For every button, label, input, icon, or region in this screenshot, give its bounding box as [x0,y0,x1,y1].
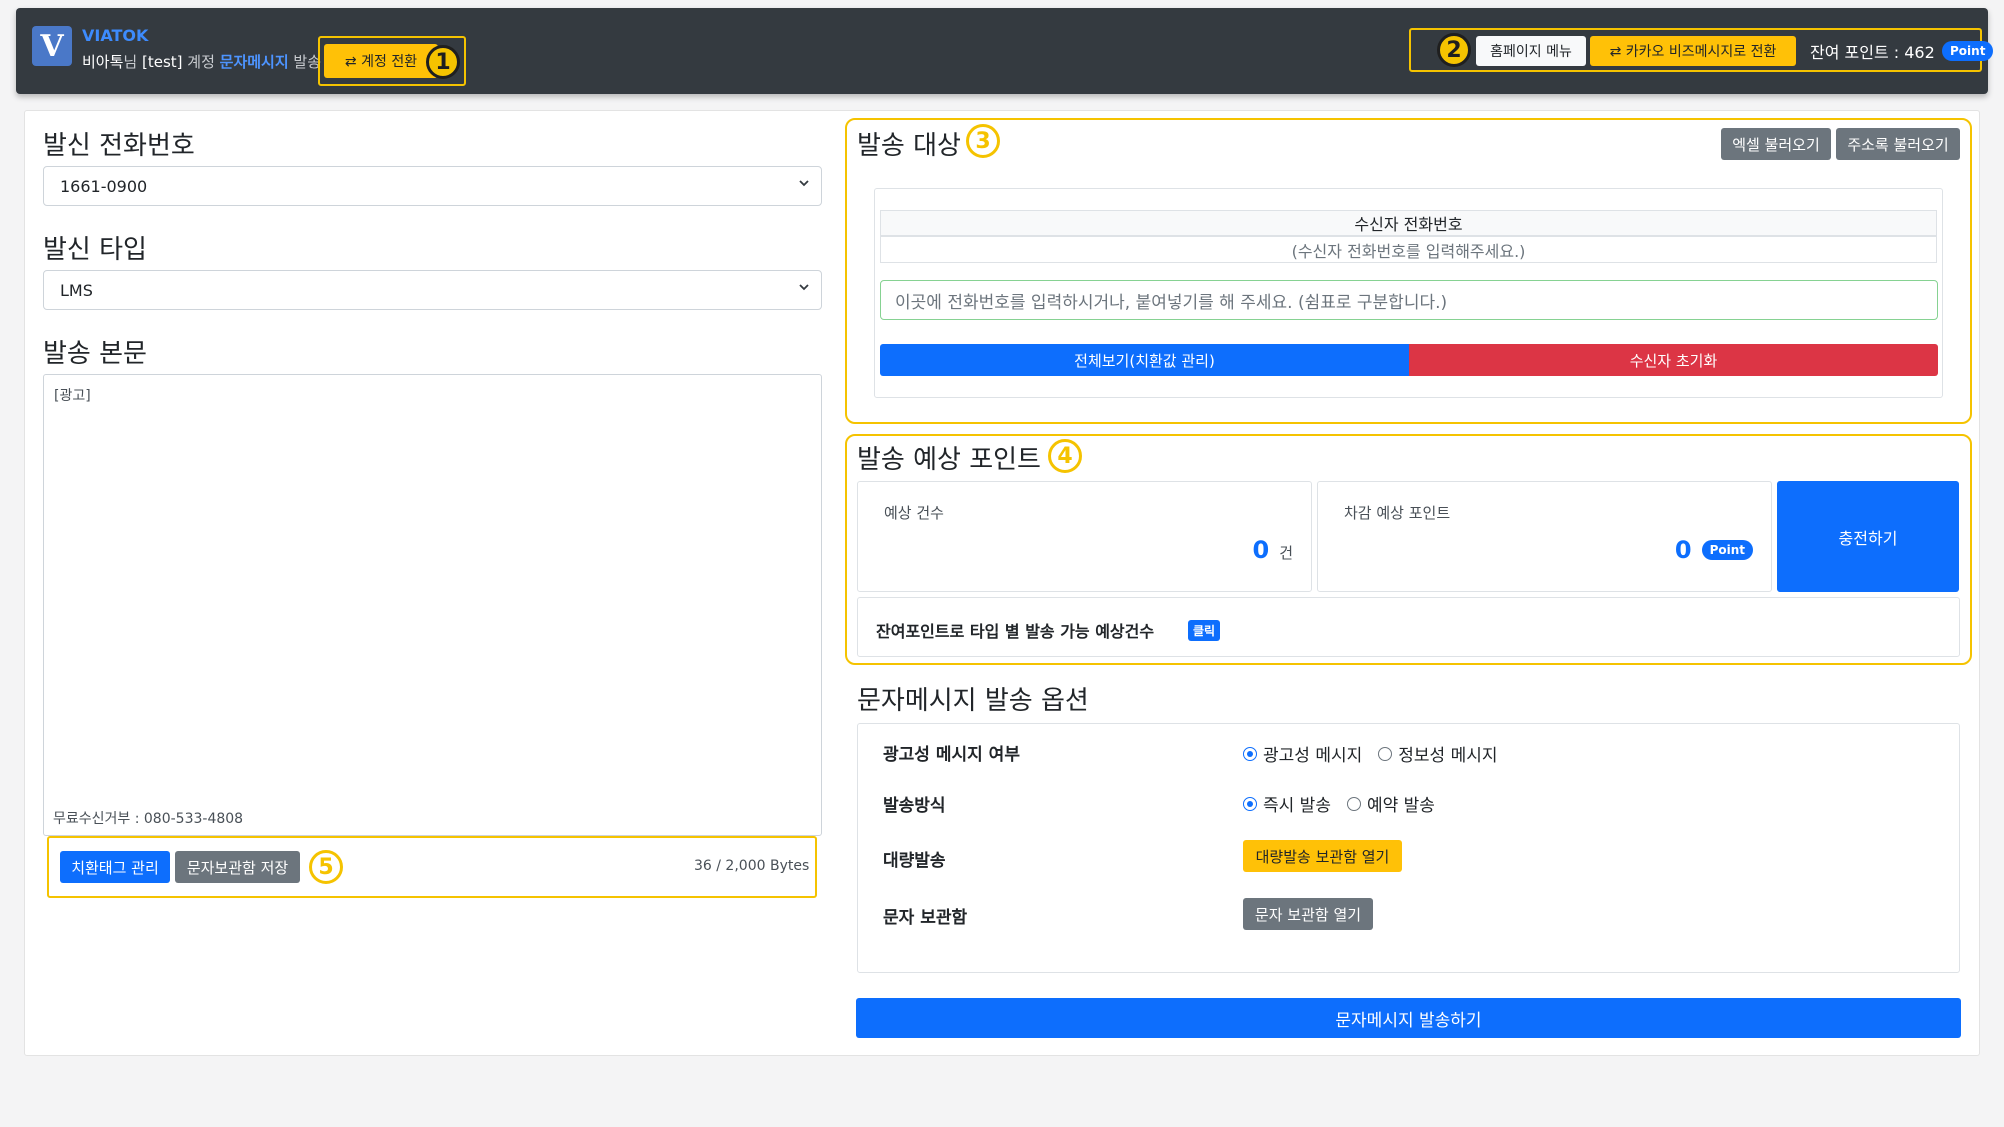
recipients-title: 발송 대상 [857,131,961,161]
sender-number-value: 1661-0900 [60,176,148,196]
service-name: 문자메시지 [219,53,289,71]
bulk-box-button[interactable]: 대량발송 보관함 열기 [1243,840,1402,872]
scheduled-radio[interactable] [1346,796,1361,811]
balance-label: 잔여 포인트 : 462 [1810,43,1935,62]
byte-counter: 36 / 2,000 Bytes [694,858,810,874]
bulk-send-label: 대량발송 [883,851,946,871]
account-info: 비아톡님 [test] 계정 문자메시지 발송 [82,51,321,72]
message-box-label: 문자 보관함 [883,908,968,928]
chevron-down-icon [799,284,809,291]
view-all-button[interactable]: 전체보기(치환값 관리) [880,344,1409,376]
scheduled-radio-label[interactable]: 예약 발송 [1367,791,1435,816]
estimated-count-card: 예상 건수 0 건 [857,481,1312,592]
send-method-radios: 즉시 발송 예약 발송 [1243,791,1435,816]
home-menu-button[interactable]: 홈페이지 메뉴 [1476,36,1586,66]
estimated-count-label: 예상 건수 [884,504,944,522]
phone-number-input[interactable]: 이곳에 전화번호를 입력하시거나, 붙여넣기를 해 주세요. (쉼표로 구분합니… [880,280,1938,320]
account-id: [test] [141,53,183,71]
deduct-point-value: 0 [1674,536,1692,564]
message-body-title: 발송 본문 [43,339,147,369]
ad-message-radios: 광고성 메시지 정보성 메시지 [1243,741,1498,766]
message-box-button[interactable]: 문자 보관함 열기 [1243,898,1373,930]
address-book-button[interactable]: 주소록 불러오기 [1836,128,1960,160]
switch-account-button[interactable]: ⇄ 계정 전환 [324,44,438,78]
tag-manage-button[interactable]: 치환태그 관리 [60,851,170,883]
immediate-radio[interactable] [1243,796,1257,811]
possible-count-text: 잔여포인트로 타입 별 발송 가능 예상건수 [876,622,1155,641]
send-message-button[interactable]: 문자메시지 발송하기 [856,998,1961,1038]
user-name: 비아톡 [82,53,124,71]
estimate-title: 발송 예상 포인트 [857,445,1041,475]
recipient-empty-row: (수신자 전화번호를 입력해주세요.) [880,236,1937,263]
honorific: 님 [123,53,142,71]
info-radio[interactable] [1378,746,1393,761]
click-badge[interactable]: 클릭 [1188,620,1221,641]
excel-import-button[interactable]: 엑셀 불러오기 [1721,128,1831,160]
send-method-label: 발송방식 [883,796,946,816]
ad-radio[interactable] [1243,746,1257,761]
chevron-down-icon [799,180,809,187]
viatok-logo[interactable]: V [32,26,72,66]
ad-radio-label[interactable]: 광고성 메시지 [1263,741,1362,766]
annotation-number-5: 5 [309,850,343,884]
account-suffix: 계정 [182,53,220,71]
deduct-point-label: 차감 예상 포인트 [1344,504,1451,522]
sender-number-title: 발신 전화번호 [43,131,195,161]
estimated-count-unit: 건 [1279,544,1293,562]
point-badge: Point [1942,41,1994,61]
annotation-number-3: 3 [966,124,1000,158]
message-body-textarea[interactable]: [광고] [43,374,822,836]
top-navbar: V VIATOK 비아톡님 [test] 계정 문자메시지 발송 ⇄ 계정 전환… [16,8,1994,94]
deduct-point-card: 차감 예상 포인트 0 Point [1317,481,1772,592]
brand-name[interactable]: VIATOK [82,26,148,45]
message-body-text: [광고] [54,388,91,404]
sender-type-value: LMS [60,280,93,300]
info-radio-label[interactable]: 정보성 메시지 [1398,741,1497,766]
sender-number-select[interactable]: 1661-0900 [43,166,822,206]
sender-type-title: 발신 타입 [43,235,147,265]
phone-number-placeholder: 이곳에 전화번호를 입력하시거나, 붙여넣기를 해 주세요. (쉼표로 구분합니… [895,292,1448,313]
ad-message-label: 광고성 메시지 여부 [883,745,1020,765]
kakao-switch-button[interactable]: ⇄ 카카오 비즈메시지로 전환 [1590,36,1796,66]
annotation-number-1: 1 [426,45,460,79]
point-badge: Point [1701,540,1753,560]
charge-button[interactable]: 충전하기 [1777,481,1959,592]
annotation-number-4: 4 [1048,439,1082,473]
sender-type-select[interactable]: LMS [43,270,822,310]
annotation-number-2: 2 [1437,33,1471,67]
possible-count-row[interactable]: 잔여포인트로 타입 별 발송 가능 예상건수 클릭 [857,597,1960,657]
reset-recipients-button[interactable]: 수신자 초기화 [1409,344,1938,376]
options-title: 문자메시지 발송 옵션 [857,686,1089,716]
estimated-count-value: 0 [1252,536,1270,564]
recipient-column-header: 수신자 전화번호 [880,210,1937,236]
service-suffix: 발송 [288,53,322,71]
save-to-box-button[interactable]: 문자보관함 저장 [175,851,300,883]
immediate-radio-label[interactable]: 즉시 발송 [1263,791,1331,816]
optout-text: 무료수신거부 : 080-533-4808 [53,811,244,827]
